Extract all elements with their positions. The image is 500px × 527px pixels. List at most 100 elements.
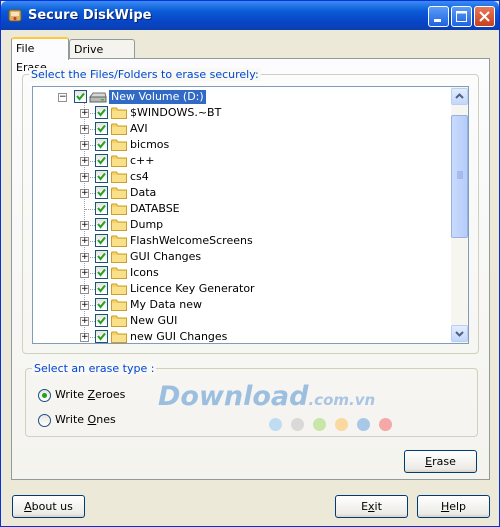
tree-item-row[interactable]: + AVI	[33, 121, 451, 137]
tree-item-label[interactable]: Dump	[130, 218, 163, 232]
write-ones-label[interactable]: Write Ones	[55, 413, 116, 426]
tree-item-row[interactable]: + c++	[33, 153, 451, 169]
tree-item-label[interactable]: Data	[130, 186, 156, 200]
tree-item-label[interactable]: $WINDOWS.~BT	[130, 106, 221, 120]
file-tree[interactable]: − New Volume (D:) + $WINDOWS.~BT + AVI + bicm…	[32, 86, 469, 344]
item-checkbox[interactable]	[95, 298, 108, 311]
checkmark-icon	[97, 300, 106, 309]
item-checkbox[interactable]	[95, 314, 108, 327]
expand-icon[interactable]: +	[80, 317, 89, 326]
files-group-label: Select the Files/Folders to erase secure…	[29, 68, 261, 81]
expand-icon[interactable]: +	[80, 269, 89, 278]
tree-item-label[interactable]: Icons	[130, 266, 159, 280]
tree-item-row[interactable]: + Dump	[33, 217, 451, 233]
tab-file-erase[interactable]: File Erase	[11, 37, 69, 74]
tree-item-row[interactable]: + Data	[33, 185, 451, 201]
grip-icon	[457, 171, 463, 179]
expand-icon[interactable]: +	[80, 285, 89, 294]
tree-root-label[interactable]: New Volume (D:)	[108, 89, 207, 105]
collapse-icon[interactable]: −	[58, 93, 67, 102]
write-zeroes-radio[interactable]	[38, 389, 51, 402]
tree-item-row[interactable]: + My Data new	[33, 297, 451, 313]
tree-root-row[interactable]: − New Volume (D:)	[33, 89, 451, 105]
tab-drive-erase[interactable]: Drive Erase	[69, 39, 135, 75]
tree-item-label[interactable]: New GUI	[130, 314, 177, 328]
checkmark-icon	[97, 332, 106, 341]
tree-scrollbar[interactable]	[451, 87, 468, 343]
expand-icon[interactable]: +	[80, 237, 89, 246]
write-zeroes-label[interactable]: Write Zeroes	[55, 388, 125, 401]
expand-icon[interactable]: +	[80, 141, 89, 150]
expand-icon[interactable]: +	[80, 109, 89, 118]
item-checkbox[interactable]	[95, 170, 108, 183]
item-checkbox[interactable]	[95, 330, 108, 343]
tree-item-row[interactable]: + GUI Changes	[33, 249, 451, 265]
watermark-dot	[335, 418, 348, 431]
tree-item-row[interactable]: + Icons	[33, 265, 451, 281]
item-checkbox[interactable]	[95, 202, 108, 215]
folder-icon	[111, 315, 127, 327]
expand-icon[interactable]: +	[80, 333, 89, 342]
exit-button[interactable]: Exit	[335, 495, 408, 518]
checkmark-icon	[97, 188, 106, 197]
folder-icon	[111, 107, 127, 119]
item-checkbox[interactable]	[95, 218, 108, 231]
scroll-up-button[interactable]	[451, 88, 468, 105]
erase-button[interactable]: Erase	[404, 450, 477, 473]
item-checkbox[interactable]	[95, 266, 108, 279]
tree-item-label[interactable]: DATABSE	[130, 202, 180, 216]
item-checkbox[interactable]	[95, 138, 108, 151]
tree-item-label[interactable]: new GUI Changes	[130, 330, 227, 343]
expand-icon[interactable]: +	[80, 253, 89, 262]
item-checkbox[interactable]	[95, 250, 108, 263]
about-us-button[interactable]: About us	[12, 495, 85, 518]
minimize-button[interactable]	[428, 6, 449, 27]
tree-item-row[interactable]: + cs4	[33, 169, 451, 185]
tree-item-row[interactable]: + bicmos	[33, 137, 451, 153]
scroll-thumb[interactable]	[451, 115, 468, 238]
tree-item-row[interactable]: + Licence Key Generator	[33, 281, 451, 297]
item-checkbox[interactable]	[95, 154, 108, 167]
folder-icon	[111, 203, 127, 215]
expand-icon[interactable]: +	[80, 221, 89, 230]
tree-item-row[interactable]: + FlashWelcomeScreens	[33, 233, 451, 249]
tree-item-label[interactable]: My Data new	[130, 298, 202, 312]
write-ones-radio[interactable]	[38, 414, 51, 427]
window-title: Secure DiskWipe	[28, 8, 152, 23]
scroll-down-button[interactable]	[451, 325, 468, 342]
root-checkbox[interactable]	[74, 90, 87, 103]
tree-item-label[interactable]: cs4	[130, 170, 149, 184]
app-window: Secure DiskWipe File Erase Drive Erase S…	[0, 0, 500, 527]
tree-item-row[interactable]: + New GUI	[33, 313, 451, 329]
item-checkbox[interactable]	[95, 106, 108, 119]
watermark-dot	[269, 418, 282, 431]
checkmark-icon	[97, 252, 106, 261]
tree-item-label[interactable]: c++	[130, 154, 154, 168]
tree-item-label[interactable]: GUI Changes	[130, 250, 201, 264]
expand-icon[interactable]: +	[80, 301, 89, 310]
item-checkbox[interactable]	[95, 234, 108, 247]
item-checkbox[interactable]	[95, 186, 108, 199]
checkmark-icon	[97, 268, 106, 277]
tree-item-label[interactable]: FlashWelcomeScreens	[130, 234, 253, 248]
tree-item-label[interactable]: Licence Key Generator	[130, 282, 255, 296]
item-checkbox[interactable]	[95, 122, 108, 135]
item-checkbox[interactable]	[95, 282, 108, 295]
checkmark-icon	[97, 172, 106, 181]
checkmark-icon	[97, 156, 106, 165]
help-button[interactable]: Help	[417, 495, 490, 518]
tree-item-label[interactable]: bicmos	[130, 138, 169, 152]
title-bar[interactable]: Secure DiskWipe	[1, 1, 499, 30]
folder-icon	[111, 331, 127, 343]
close-button[interactable]	[474, 6, 495, 27]
maximize-button[interactable]	[451, 6, 472, 27]
tree-item-label[interactable]: AVI	[130, 122, 148, 136]
tree-item-row[interactable]: DATABSE	[33, 201, 451, 217]
tree-item-row[interactable]: + new GUI Changes	[33, 329, 451, 343]
expand-icon[interactable]: +	[80, 157, 89, 166]
expand-icon[interactable]: +	[80, 189, 89, 198]
watermark-dot	[313, 418, 326, 431]
tree-item-row[interactable]: + $WINDOWS.~BT	[33, 105, 451, 121]
expand-icon[interactable]: +	[80, 173, 89, 182]
expand-icon[interactable]: +	[80, 125, 89, 134]
